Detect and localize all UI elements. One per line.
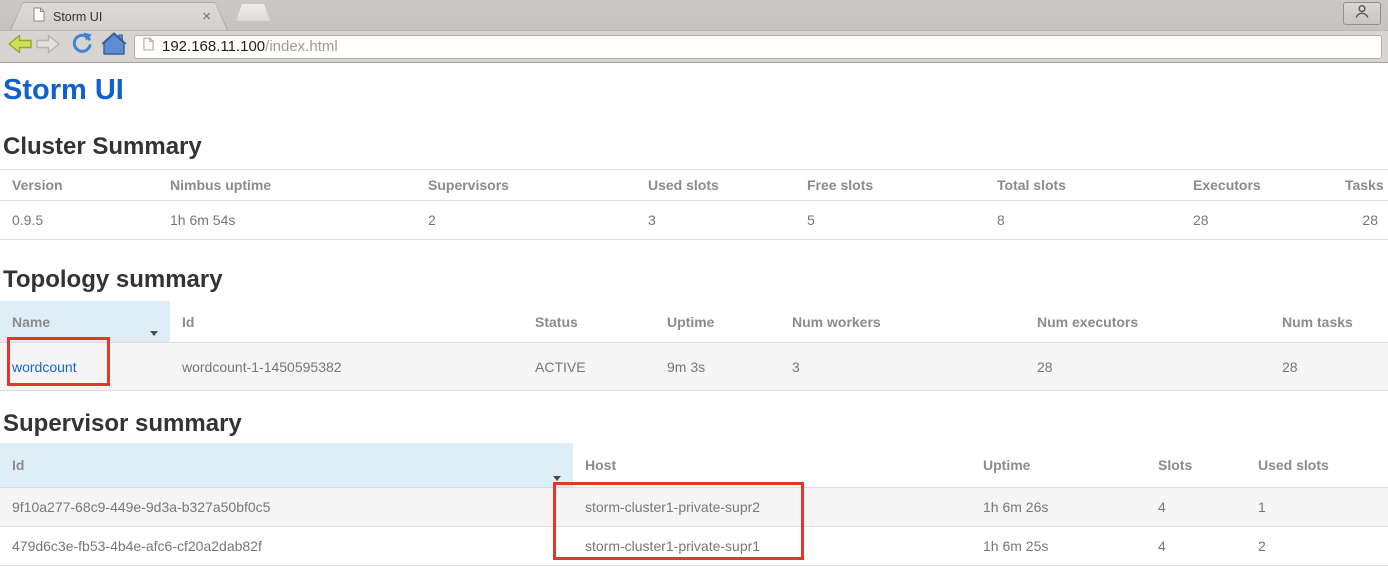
col-header-num-tasks[interactable]: Num tasks [1270, 301, 1388, 343]
tab-title: Storm UI [53, 10, 102, 24]
profile-button[interactable] [1343, 2, 1381, 25]
col-header-status[interactable]: Status [523, 301, 655, 343]
topology-num-workers: 3 [780, 343, 1025, 391]
col-header-num-executors[interactable]: Num executors [1025, 301, 1270, 343]
topology-num-tasks: 28 [1270, 343, 1388, 391]
supervisor-uptime: 1h 6m 26s [971, 488, 1146, 527]
col-header-nimbus-uptime: Nimbus uptime [158, 170, 416, 201]
topology-name-link[interactable]: wordcount [12, 359, 77, 375]
url-host: 192.168.11.100 [162, 38, 265, 55]
cluster-summary-table: Version Nimbus uptime Supervisors Used s… [0, 169, 1388, 240]
cluster-header-row: Version Nimbus uptime Supervisors Used s… [0, 170, 1388, 201]
col-header-version: Version [0, 170, 158, 201]
forward-arrow-icon [35, 33, 61, 60]
col-header-name-label: Name [12, 314, 50, 330]
sort-desc-icon [553, 476, 561, 481]
col-header-supervisors: Supervisors [416, 170, 636, 201]
supervisor-used-slots: 2 [1246, 527, 1388, 566]
col-header-executors: Executors [1181, 170, 1333, 201]
page-title: Storm UI [3, 74, 1388, 107]
tab-close-icon[interactable]: × [202, 9, 211, 24]
supervisor-id: 9f10a277-68c9-449e-9d3a-b327a50bf0c5 [0, 488, 573, 527]
new-tab-button[interactable] [236, 4, 270, 21]
topology-id: wordcount-1-1450595382 [170, 343, 523, 391]
topology-summary-heading: Topology summary [3, 266, 1388, 294]
col-header-total-slots: Total slots [985, 170, 1181, 201]
topology-status: ACTIVE [523, 343, 655, 391]
supervisor-host: storm-cluster1-private-supr2 [573, 488, 971, 527]
supervisor-host: storm-cluster1-private-supr1 [573, 527, 971, 566]
cluster-executors: 28 [1181, 201, 1333, 240]
browser-window: Storm UI × [0, 0, 1388, 572]
col-header-uptime[interactable]: Uptime [971, 443, 1146, 488]
cluster-summary-heading: Cluster Summary [3, 133, 1388, 161]
col-header-id-label: Id [12, 457, 24, 473]
supervisor-row: 9f10a277-68c9-449e-9d3a-b327a50bf0c5 sto… [0, 488, 1388, 527]
address-bar[interactable]: 192.168.11.100 /index.html [134, 35, 1382, 59]
col-header-used-slots: Used slots [636, 170, 795, 201]
browser-tab[interactable]: Storm UI × [10, 2, 228, 30]
page-content: Storm UI Cluster Summary Version Nimbus … [0, 63, 1388, 566]
col-header-name-sorted[interactable]: Name [0, 301, 170, 343]
cluster-used-slots: 3 [636, 201, 795, 240]
profile-icon [1354, 4, 1370, 24]
url-path: /index.html [265, 38, 338, 55]
back-arrow-icon [7, 33, 33, 60]
cluster-free-slots: 5 [795, 201, 985, 240]
back-button[interactable] [6, 34, 34, 60]
topology-uptime: 9m 3s [655, 343, 780, 391]
home-icon [101, 32, 127, 61]
browser-tab-inner[interactable]: Storm UI × [11, 3, 227, 30]
supervisor-row: 479d6c3e-fb53-4b4e-afc6-cf20a2dab82f sto… [0, 527, 1388, 566]
supervisor-slots: 4 [1146, 488, 1246, 527]
supervisor-id: 479d6c3e-fb53-4b4e-afc6-cf20a2dab82f [0, 527, 573, 566]
supervisor-summary-heading: Supervisor summary [3, 410, 1388, 438]
topology-num-executors: 28 [1025, 343, 1270, 391]
col-header-used-slots[interactable]: Used slots [1246, 443, 1388, 488]
browser-toolbar: 192.168.11.100 /index.html [0, 30, 1388, 63]
cluster-total-slots: 8 [985, 201, 1181, 240]
col-header-host[interactable]: Host [573, 443, 971, 488]
reload-button[interactable] [68, 34, 96, 60]
page-icon [143, 37, 154, 56]
topology-name-cell: wordcount [0, 343, 170, 391]
cluster-data-row: 0.9.5 1h 6m 54s 2 3 5 8 28 28 [0, 201, 1388, 240]
home-button[interactable] [100, 34, 128, 60]
col-header-free-slots: Free slots [795, 170, 985, 201]
sort-desc-icon [150, 331, 158, 336]
forward-button[interactable] [34, 34, 62, 60]
supervisor-used-slots: 1 [1246, 488, 1388, 527]
topology-data-row: wordcount wordcount-1-1450595382 ACTIVE … [0, 343, 1388, 391]
col-header-tasks: Tasks [1333, 170, 1388, 201]
supervisor-uptime: 1h 6m 25s [971, 527, 1146, 566]
topology-summary-table: Name Id Status Uptime Num workers Num ex… [0, 301, 1388, 391]
cluster-supervisors: 2 [416, 201, 636, 240]
supervisor-header-row: Id Host Uptime Slots Used slots [0, 443, 1388, 488]
col-header-num-workers[interactable]: Num workers [780, 301, 1025, 343]
cluster-version: 0.9.5 [0, 201, 158, 240]
reload-icon [70, 32, 94, 61]
cluster-tasks: 28 [1333, 201, 1388, 240]
supervisor-slots: 4 [1146, 527, 1246, 566]
tab-strip: Storm UI × [0, 0, 1388, 30]
page-icon [33, 7, 45, 27]
col-header-id[interactable]: Id [170, 301, 523, 343]
cluster-nimbus-uptime: 1h 6m 54s [158, 201, 416, 240]
topology-header-row: Name Id Status Uptime Num workers Num ex… [0, 301, 1388, 343]
supervisor-summary-table: Id Host Uptime Slots Used slots 9f10a277… [0, 443, 1388, 566]
col-header-id-sorted[interactable]: Id [0, 443, 573, 488]
col-header-slots[interactable]: Slots [1146, 443, 1246, 488]
col-header-uptime[interactable]: Uptime [655, 301, 780, 343]
